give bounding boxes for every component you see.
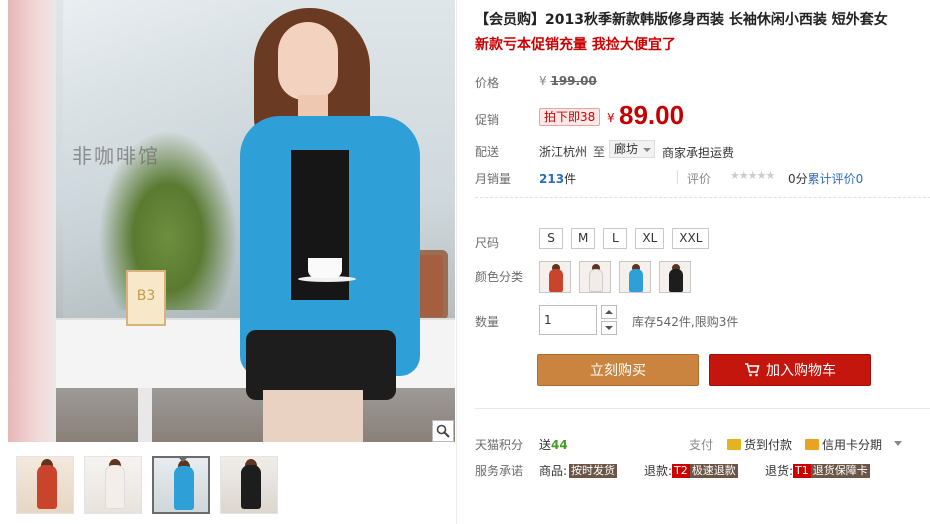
service-goods-label: 商品:	[539, 464, 568, 478]
shipping-note: 商家承担运费	[662, 146, 735, 160]
color-options	[539, 261, 691, 293]
payment-cod-label: 货到付款	[744, 438, 793, 452]
size-option-s[interactable]: S	[539, 228, 563, 249]
monthly-sales-label: 月销量	[475, 172, 512, 186]
credit-card-icon	[805, 439, 819, 450]
rating-summary: 0分累计评价0	[788, 170, 863, 187]
service-refund-label: 退款:	[644, 464, 673, 478]
monthly-sales-unit: 件	[564, 172, 577, 186]
rating-label: 评价	[687, 172, 712, 186]
promo-badge: 拍下即38	[539, 108, 601, 126]
divider	[475, 408, 930, 409]
zoom-magnifier-icon[interactable]	[432, 420, 454, 442]
chevron-down-icon	[643, 148, 652, 152]
size-option-l[interactable]: L	[603, 228, 628, 249]
thumbnail-strip	[16, 456, 278, 514]
color-option-black[interactable]	[659, 261, 691, 293]
tmall-points: 送44	[539, 436, 568, 453]
monthly-sales-count: 213	[539, 172, 565, 186]
chevron-up-icon	[605, 310, 613, 314]
service-return-label: 退货:	[765, 464, 794, 478]
product-detail-panel: 【会员购】2013秋季新款韩版修身西装 长袖休闲小西装 短外套女 新款亏本促销充…	[456, 0, 930, 524]
add-to-cart-label: 加入购物车	[766, 363, 836, 379]
photo-wall	[8, 0, 56, 442]
service-return-tag[interactable]: 退货保障卡	[810, 463, 870, 478]
size-option-xl[interactable]: XL	[635, 228, 665, 249]
tmall-points-prefix: 送	[539, 438, 552, 452]
service-goods: 商品: 按时发货	[539, 462, 618, 479]
size-options: S M L XL XXL	[539, 228, 710, 249]
original-price-currency: ¥	[539, 74, 547, 88]
service-refund: 退款: T2 极速退款	[644, 462, 738, 479]
service-goods-tag[interactable]: 按时发货	[569, 463, 618, 478]
quantity-label: 数量	[475, 315, 500, 329]
photo-window-text: 非咖啡馆	[72, 144, 160, 168]
photo-table-sign: B3	[126, 270, 166, 326]
chevron-down-icon	[605, 326, 613, 330]
product-subtitle: 新款亏本促销充量 我捡大便宜了	[475, 37, 676, 53]
destination-select[interactable]: 廊坊	[609, 140, 656, 158]
service-return-code: T1	[793, 463, 811, 478]
rating-stars-icon: ★★★★★	[730, 169, 775, 182]
model-face	[278, 22, 338, 100]
main-product-photo[interactable]: 非咖啡馆 B3	[8, 0, 455, 442]
service-label: 服务承诺	[475, 464, 524, 478]
service-return: 退货: T1 退货保障卡	[765, 462, 870, 479]
original-price: ¥ 199.00	[539, 74, 597, 88]
review-count-link[interactable]: 累计评价0	[808, 172, 864, 186]
ship-to-word: 至	[593, 145, 606, 159]
promo-currency: ¥	[607, 111, 615, 125]
promo-label: 促销	[475, 113, 500, 127]
size-option-xxl[interactable]: XXL	[672, 228, 710, 249]
payment-cod[interactable]: 货到付款	[727, 436, 792, 453]
thumbnail-blue[interactable]	[152, 456, 210, 514]
thumbnail-black[interactable]	[220, 456, 278, 514]
color-option-blue[interactable]	[619, 261, 651, 293]
tmall-points-label: 天猫积分	[475, 438, 524, 452]
model-legs	[263, 390, 363, 442]
ship-from: 浙江杭州	[539, 145, 588, 159]
stock-info: 库存542件,限购3件	[632, 315, 739, 329]
service-refund-tag[interactable]: 极速退款	[689, 463, 738, 478]
price-label: 价格	[475, 76, 500, 90]
color-label: 颜色分类	[475, 270, 524, 284]
photo-table-leg	[138, 388, 152, 442]
product-gallery: 非咖啡馆 B3	[0, 0, 456, 524]
product-title: 【会员购】2013秋季新款韩版修身西装 长袖休闲小西装 短外套女	[475, 12, 888, 28]
tmall-points-value: 44	[551, 438, 568, 452]
cash-on-delivery-icon	[727, 439, 741, 450]
buy-now-label: 立刻购买	[590, 363, 646, 379]
rating-score: 0分	[788, 172, 808, 186]
size-option-m[interactable]: M	[571, 228, 596, 249]
chevron-down-icon[interactable]	[894, 441, 902, 446]
color-option-red[interactable]	[539, 261, 571, 293]
quantity-input[interactable]	[539, 305, 597, 335]
original-price-value: 199.00	[550, 74, 597, 88]
payment-label: 支付	[689, 438, 714, 452]
buy-now-button[interactable]: 立刻购买	[537, 354, 699, 386]
promo-price: 89.00	[619, 100, 685, 130]
model-cup	[308, 258, 342, 278]
service-refund-code: T2	[672, 463, 690, 478]
size-label: 尺码	[475, 236, 500, 250]
active-thumb-indicator	[178, 458, 188, 462]
color-option-white[interactable]	[579, 261, 611, 293]
shipping-label: 配送	[475, 145, 500, 159]
destination-value: 廊坊	[614, 142, 639, 156]
thumbnail-white[interactable]	[84, 456, 142, 514]
cart-icon	[745, 363, 760, 377]
payment-card[interactable]: 信用卡分期	[805, 436, 882, 453]
thumbnail-red[interactable]	[16, 456, 74, 514]
quantity-increase-button[interactable]	[601, 305, 617, 319]
add-to-cart-button[interactable]: 加入购物车	[709, 354, 871, 386]
quantity-decrease-button[interactable]	[601, 321, 617, 335]
dashed-divider	[475, 197, 930, 198]
monthly-sales: 213件	[539, 170, 576, 187]
divider	[677, 170, 678, 184]
payment-card-label: 信用卡分期	[822, 438, 883, 452]
